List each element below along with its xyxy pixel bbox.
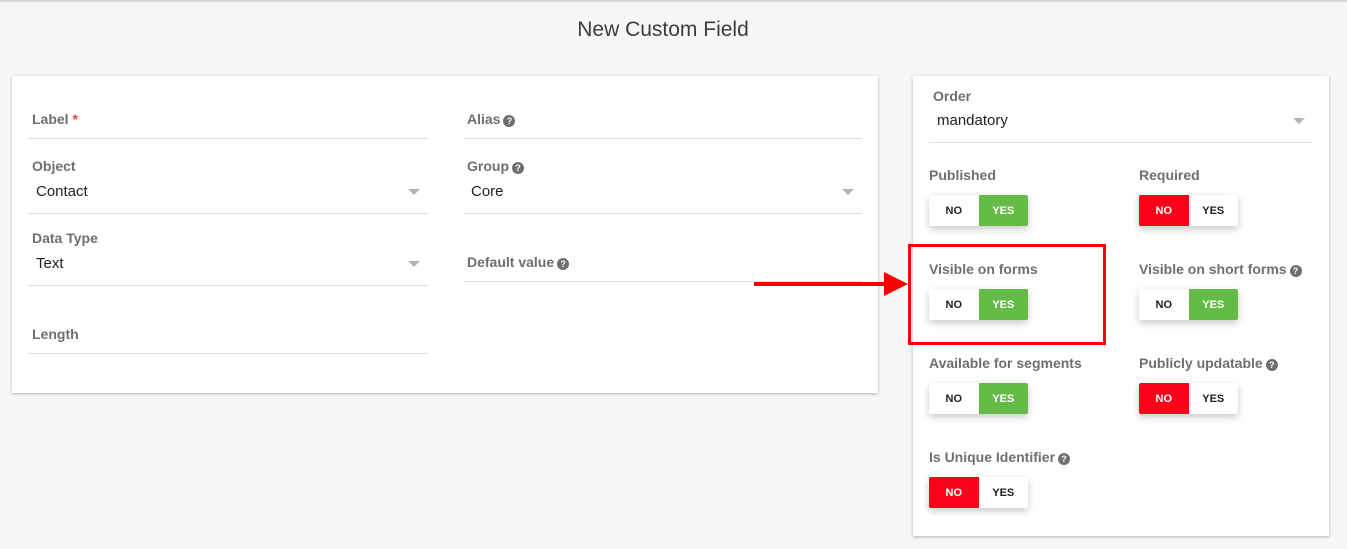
question-circle-icon[interactable]: ? <box>1289 265 1302 277</box>
data-type-select-label: Data Type <box>32 230 98 246</box>
order-select[interactable]: Order mandatory <box>929 84 1313 143</box>
field-details-card: Label * Alias? Object Contact Group? Cor… <box>12 76 878 393</box>
required-no-button[interactable]: NO <box>1139 195 1189 226</box>
group-select[interactable]: Group? Core <box>463 152 862 214</box>
chevron-down-icon[interactable] <box>408 261 420 267</box>
published-no-button[interactable]: NO <box>929 195 979 226</box>
length-field[interactable]: Length <box>28 318 428 354</box>
is-unique-identifier-no-button[interactable]: NO <box>929 477 979 508</box>
alias-field[interactable]: Alias? <box>463 104 862 139</box>
default-value-field[interactable]: Default value? <box>463 246 862 282</box>
label-field-label: Label <box>32 111 69 127</box>
publicly-updatable-toggle[interactable]: NO YES <box>1139 383 1238 414</box>
object-select-value: Contact <box>36 183 88 200</box>
annotation-arrow-line <box>754 282 884 286</box>
label-field[interactable]: Label * <box>28 104 428 139</box>
chevron-down-icon[interactable] <box>842 189 854 195</box>
publicly-updatable-label: Publicly updatable <box>1139 355 1263 371</box>
required-label: Required <box>1139 167 1200 183</box>
question-circle-icon[interactable]: ? <box>557 258 570 270</box>
required-toggle[interactable]: NO YES <box>1139 195 1238 226</box>
object-select[interactable]: Object Contact <box>28 152 428 214</box>
annotation-arrow-head-icon <box>884 272 908 296</box>
publicly-updatable-yes-button[interactable]: YES <box>1188 383 1238 414</box>
top-shadow <box>0 0 1347 3</box>
chevron-down-icon[interactable] <box>1293 118 1305 124</box>
question-circle-icon[interactable]: ? <box>512 162 524 174</box>
visible-on-short-forms-yes-button[interactable]: YES <box>1188 289 1238 320</box>
object-select-label: Object <box>32 158 76 174</box>
available-for-segments-no-button[interactable]: NO <box>929 383 979 414</box>
question-circle-icon[interactable]: ? <box>1058 453 1071 465</box>
order-select-label: Order <box>933 88 972 104</box>
available-for-segments-label: Available for segments <box>929 355 1082 371</box>
default-value-field-label: Default value <box>467 254 555 270</box>
published-yes-button[interactable]: YES <box>978 195 1028 226</box>
annotation-highlight-box <box>908 244 1106 345</box>
question-circle-icon[interactable]: ? <box>503 115 516 127</box>
page-title: New Custom Field <box>577 18 749 41</box>
published-label: Published <box>929 167 996 183</box>
group-select-label: Group <box>467 158 509 174</box>
data-type-select[interactable]: Data Type Text <box>28 224 428 286</box>
data-type-select-value: Text <box>36 255 64 272</box>
alias-field-label: Alias <box>467 111 501 127</box>
length-field-label: Length <box>32 326 79 342</box>
required-asterisk: * <box>72 111 78 127</box>
available-for-segments-yes-button[interactable]: YES <box>978 383 1028 414</box>
question-circle-icon[interactable]: ? <box>1265 359 1278 371</box>
order-select-value: mandatory <box>937 112 1008 129</box>
is-unique-identifier-toggle[interactable]: NO YES <box>929 477 1028 508</box>
published-toggle[interactable]: NO YES <box>929 195 1028 226</box>
required-yes-button[interactable]: YES <box>1188 195 1238 226</box>
visible-on-short-forms-no-button[interactable]: NO <box>1139 289 1189 320</box>
group-select-value: Core <box>471 183 504 200</box>
visible-on-short-forms-label: Visible on short forms <box>1139 261 1287 277</box>
chevron-down-icon[interactable] <box>408 189 420 195</box>
is-unique-identifier-label: Is Unique Identifier <box>929 449 1056 465</box>
is-unique-identifier-yes-button[interactable]: YES <box>978 477 1028 508</box>
publicly-updatable-no-button[interactable]: NO <box>1139 383 1189 414</box>
visible-on-short-forms-toggle[interactable]: NO YES <box>1139 289 1238 320</box>
available-for-segments-toggle[interactable]: NO YES <box>929 383 1028 414</box>
